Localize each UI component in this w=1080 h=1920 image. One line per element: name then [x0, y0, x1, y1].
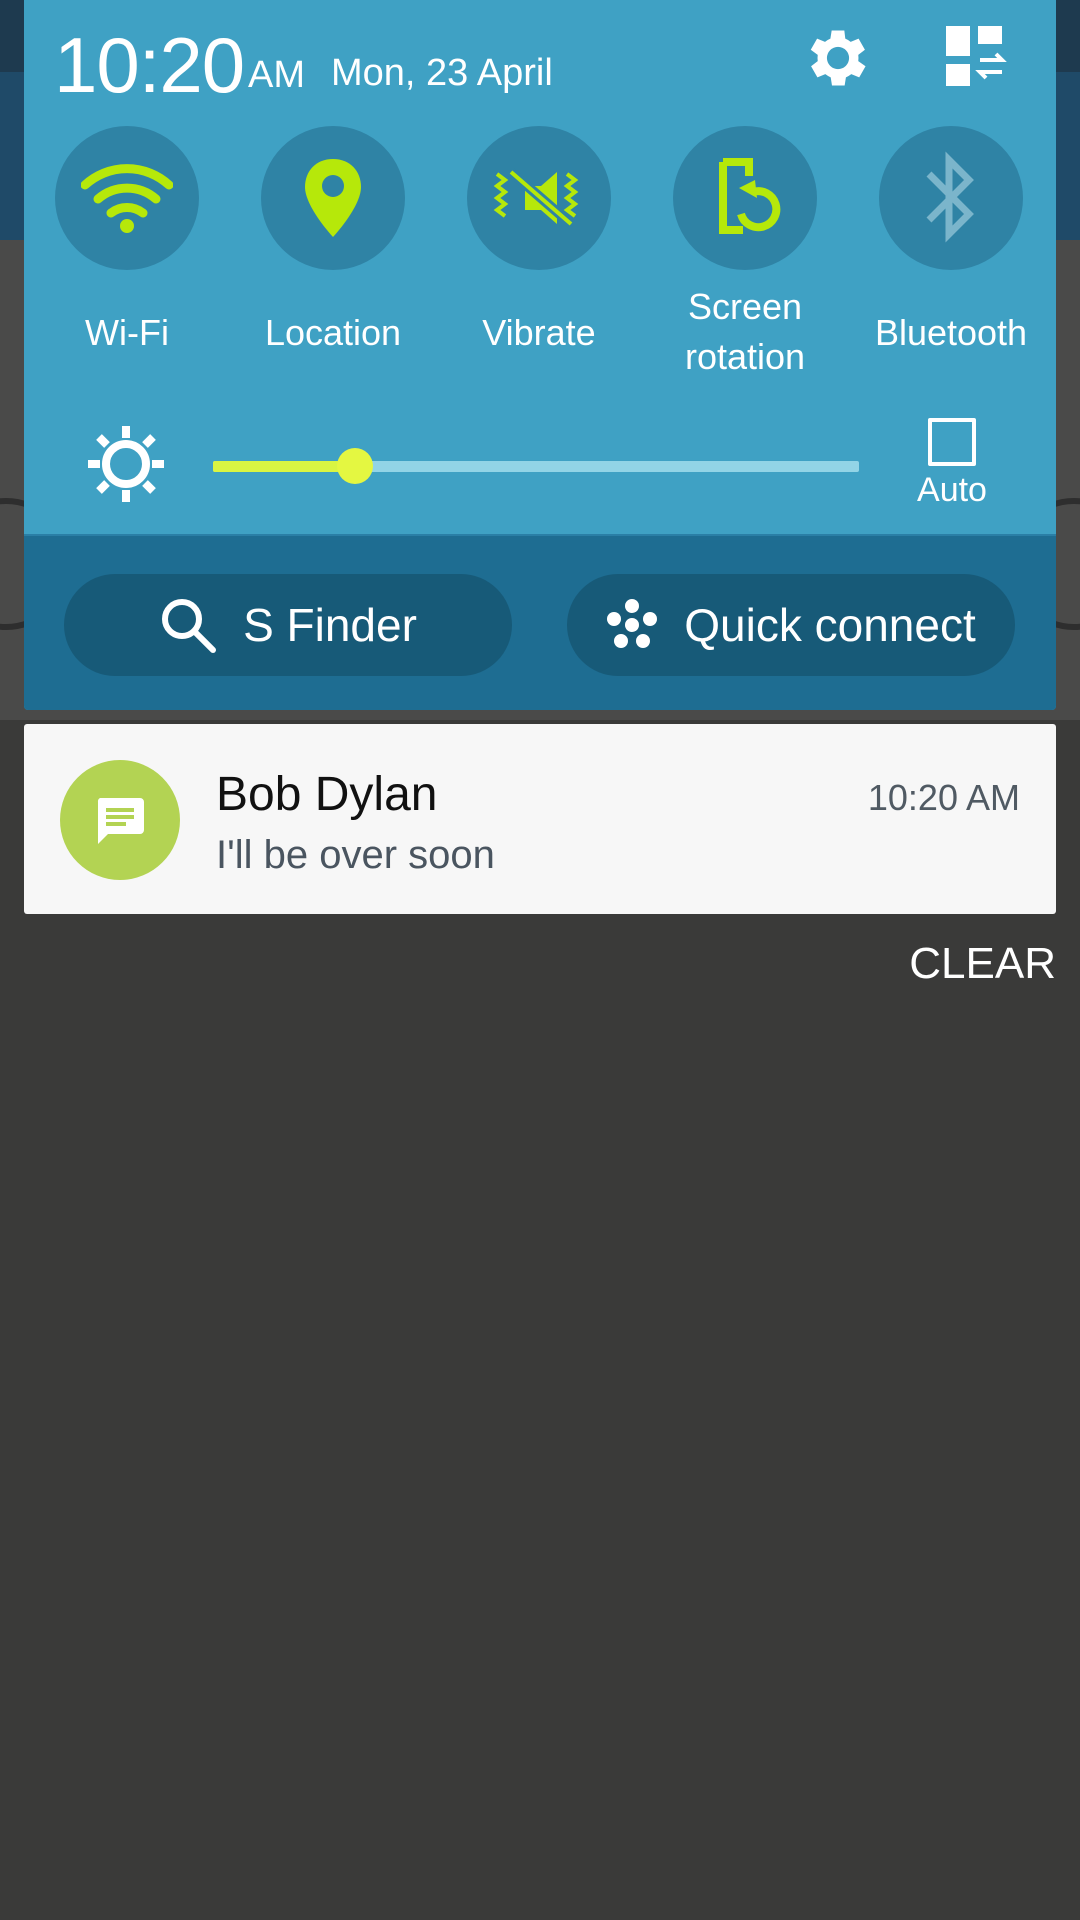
toggle-bluetooth-circle: [879, 126, 1023, 270]
s-finder-button[interactable]: S Finder: [64, 574, 512, 676]
location-pin-icon: [305, 159, 361, 237]
s-finder-label: S Finder: [243, 599, 417, 651]
brightness-slider-fill: [213, 461, 356, 472]
quick-connect-button[interactable]: Quick connect: [567, 574, 1015, 676]
toggle-wifi-circle: [55, 126, 199, 270]
auto-brightness-checkbox[interactable]: [928, 418, 976, 466]
toggle-screen-rotation[interactable]: Screen rotation: [650, 126, 840, 382]
edit-quick-settings-icon: [946, 26, 1007, 86]
toggle-screen-rotation-label-line2: rotation: [684, 336, 806, 377]
bluetooth-icon: [926, 151, 974, 243]
message-notification[interactable]: Bob Dylan I'll be over soon 10:20 AM: [24, 724, 1056, 914]
clear-notifications-button[interactable]: CLEAR: [909, 936, 1056, 992]
quick-connect-icon: [607, 599, 658, 648]
toggle-location-circle: [261, 126, 405, 270]
toggle-wifi[interactable]: Wi-Fi: [32, 126, 222, 358]
gear-icon: [810, 30, 866, 86]
toggle-vibrate-label: Vibrate: [482, 312, 596, 353]
screen: 10:20 AM Mon, 23 April Wi-Fi Location Vi…: [0, 0, 1080, 1920]
quick-settings-panel: 10:20 AM Mon, 23 April Wi-Fi Location Vi…: [24, 0, 1056, 710]
message-icon: [97, 798, 144, 844]
clock-time: 10:20: [54, 21, 245, 109]
toggle-location[interactable]: Location: [238, 126, 428, 358]
toggle-screen-rotation-circle: [673, 126, 817, 270]
toggle-vibrate-circle: [467, 126, 611, 270]
screen-rotation-icon: [719, 158, 781, 234]
brightness-slider[interactable]: [213, 448, 859, 484]
toggle-wifi-label: Wi-Fi: [85, 312, 169, 353]
vibrate-icon: [493, 168, 579, 228]
quick-connect-label: Quick connect: [684, 599, 976, 651]
clock-ampm: AM: [248, 54, 305, 96]
notification-time: 10:20 AM: [867, 777, 1020, 818]
auto-brightness-label: Auto: [917, 471, 987, 509]
wifi-icon: [81, 164, 173, 233]
toggle-bluetooth-label: Bluetooth: [874, 312, 1028, 353]
toggle-screen-rotation-label: Screen: [687, 286, 803, 327]
notification-sender: Bob Dylan: [216, 768, 438, 821]
notification-avatar: [60, 760, 180, 880]
toggle-vibrate[interactable]: Vibrate: [444, 126, 634, 358]
notification-message: I'll be over soon: [216, 833, 495, 877]
toggle-location-label: Location: [264, 312, 402, 353]
toggle-bluetooth[interactable]: Bluetooth: [856, 126, 1046, 358]
edit-quick-settings-button[interactable]: [936, 20, 1012, 96]
brightness-slider-thumb[interactable]: [337, 448, 374, 484]
settings-button[interactable]: [800, 20, 876, 96]
brightness-icon: [86, 424, 166, 504]
search-icon: [162, 599, 217, 653]
date-label: Mon, 23 April: [331, 52, 553, 94]
